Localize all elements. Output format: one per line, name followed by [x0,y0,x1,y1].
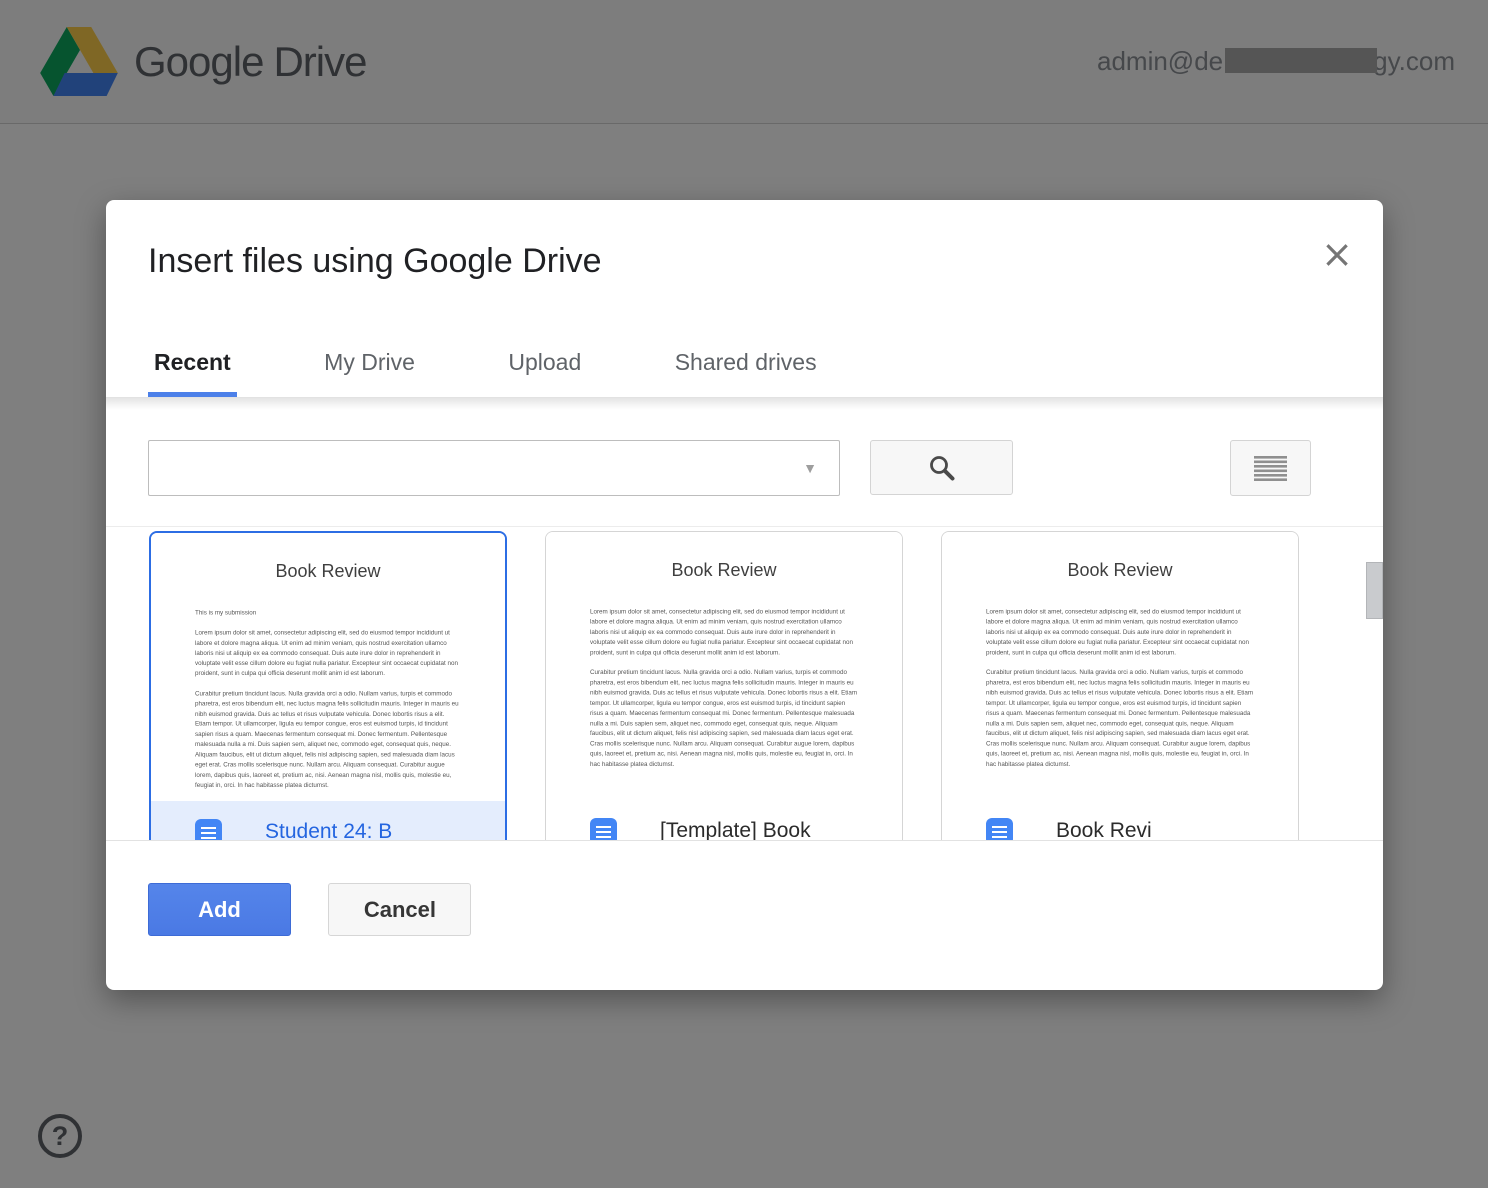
dialog-footer: Add Cancel [106,840,1383,978]
search-icon [927,453,957,483]
search-button[interactable] [870,440,1013,495]
file-name: Student 24: B [265,820,392,840]
search-toolbar: ▼ [106,398,1383,526]
tab-recent[interactable]: Recent [148,349,237,397]
file-card-template-book[interactable]: Book Review Lorem ipsum dolor sit amet, … [545,531,903,840]
dialog-title: Insert files using Google Drive [106,200,1383,281]
doc-paragraph: Curabitur pretium tincidunt lacus. Nulla… [590,668,858,770]
list-view-button[interactable] [1230,440,1311,496]
doc-paragraph: Lorem ipsum dolor sit amet, consectetur … [986,607,1254,658]
close-button[interactable]: × [1317,234,1357,274]
tab-my-drive[interactable]: My Drive [318,349,421,397]
doc-note: This is my submission [195,608,461,618]
dialog-tabs: Recent My Drive Upload Shared drives [106,349,1383,398]
insert-files-dialog: × Insert files using Google Drive Recent… [106,200,1383,990]
doc-paragraph: Curabitur pretium tincidunt lacus. Nulla… [195,689,461,791]
doc-paragraph: Lorem ipsum dolor sit amet, consectetur … [590,607,858,658]
doc-preview-title: Book Review [195,561,461,582]
doc-preview: Book Review Lorem ipsum dolor sit amet, … [942,532,1298,800]
add-button[interactable]: Add [148,883,291,936]
doc-paragraph: Lorem ipsum dolor sit amet, consectetur … [195,628,461,679]
card-footer: Book Revi [942,800,1298,840]
tab-upload[interactable]: Upload [502,349,587,397]
file-card-student-24[interactable]: Book Review This is my submission Lorem … [149,531,507,840]
cancel-button[interactable]: Cancel [328,883,471,936]
close-icon: × [1321,232,1353,276]
card-footer: Student 24: B [151,801,505,840]
google-doc-icon [986,818,1013,841]
file-type-select[interactable]: ▼ [148,440,840,496]
google-doc-icon [195,819,222,841]
file-name: [Template] Book [660,819,811,840]
doc-paragraph: Curabitur pretium tincidunt lacus. Nulla… [986,668,1254,770]
doc-preview: Book Review Lorem ipsum dolor sit amet, … [546,532,902,800]
list-view-icon [1254,456,1287,481]
file-card-book-review[interactable]: Book Review Lorem ipsum dolor sit amet, … [941,531,1299,840]
chevron-down-icon: ▼ [803,460,817,476]
card-footer: [Template] Book [546,800,902,840]
doc-preview-title: Book Review [590,560,858,581]
file-name: Book Revi [1056,819,1152,840]
doc-preview: Book Review This is my submission Lorem … [151,533,505,801]
tab-shared-drives[interactable]: Shared drives [669,349,823,397]
file-cards-area: Book Review This is my submission Lorem … [106,526,1383,840]
google-doc-icon [590,818,617,841]
doc-preview-title: Book Review [986,560,1254,581]
vertical-scrollbar-thumb[interactable] [1366,562,1383,619]
